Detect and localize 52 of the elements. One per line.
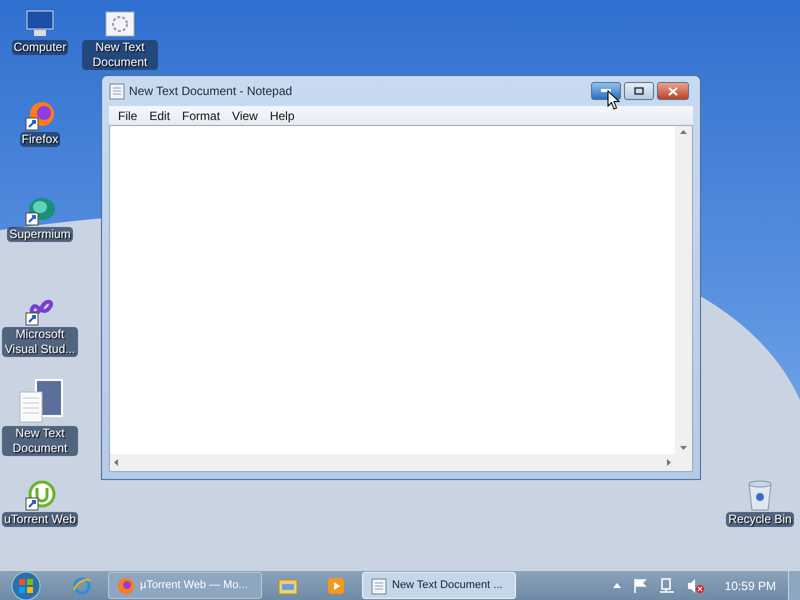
close-button[interactable]	[657, 82, 689, 100]
desktop-icon[interactable]: Supermium	[2, 195, 78, 242]
menu-item[interactable]: View	[227, 106, 263, 124]
desktop-icon[interactable]: Recycle Bin	[722, 480, 798, 527]
browser-e-icon	[72, 576, 92, 596]
desktop-icon[interactable]: Microsoft Visual Stud...	[2, 295, 78, 357]
firefox-icon	[117, 576, 135, 594]
desktop-icon[interactable]: Computer	[2, 8, 78, 55]
window-title: New Text Document - Notepad	[129, 83, 294, 100]
show-desktop-button[interactable]	[788, 570, 800, 600]
desktop-icon[interactable]: New Text Document	[82, 8, 158, 70]
desktop-icon-label: New Text Document	[82, 40, 158, 70]
vertical-scrollbar[interactable]	[675, 126, 692, 454]
scroll-left-icon	[114, 459, 118, 466]
close-icon	[668, 86, 678, 96]
play-icon	[327, 576, 345, 594]
desktop-icon[interactable]: Firefox	[2, 100, 78, 147]
desktop-icon-label: Recycle Bin	[726, 512, 794, 527]
maximize-button[interactable]	[624, 82, 654, 100]
folder-icon	[278, 576, 298, 594]
desktop-icon-label: Firefox	[20, 132, 60, 147]
show-hidden-icons-icon[interactable]	[612, 583, 621, 588]
network-icon[interactable]	[658, 578, 675, 594]
desktop-icon-label: New Text Document	[2, 426, 78, 456]
supermium-icon	[24, 195, 56, 227]
notepad-icon	[109, 82, 125, 100]
horizontal-scrollbar[interactable]	[110, 454, 675, 471]
notepad-icon	[371, 576, 387, 594]
menu-item[interactable]: Format	[177, 106, 226, 124]
desktop-icon-label: Computer	[12, 40, 68, 55]
scroll-up-icon	[680, 130, 687, 134]
desktop-icon-label: uTorrent Web	[2, 512, 78, 527]
menu-item[interactable]: Help	[264, 106, 300, 124]
maximize-icon	[634, 87, 644, 95]
utorrent-icon	[24, 480, 56, 512]
desktop-icon[interactable]: New Text Document	[2, 378, 78, 456]
firefox-icon	[24, 100, 56, 132]
minimize-button[interactable]	[591, 82, 621, 100]
muted-speaker-icon[interactable]	[686, 578, 705, 594]
desktop-icon[interactable]: uTorrent Web	[2, 480, 78, 527]
minimize-icon	[601, 89, 611, 93]
menu-item[interactable]: Edit	[144, 106, 176, 124]
recycle-bin-icon	[746, 480, 774, 512]
scroll-down-icon	[680, 446, 687, 450]
scroll-right-icon	[667, 459, 671, 466]
mouse-cursor-icon	[607, 90, 620, 110]
menu-item[interactable]: File	[113, 106, 142, 124]
flag-icon[interactable]	[632, 578, 647, 594]
taskbar-button[interactable]: New Text Document ...	[362, 572, 516, 599]
desktop-icon-label: Supermium	[7, 227, 73, 242]
windows-orb-icon	[11, 570, 41, 600]
desktop-icon-label: Microsoft Visual Stud...	[2, 327, 78, 357]
